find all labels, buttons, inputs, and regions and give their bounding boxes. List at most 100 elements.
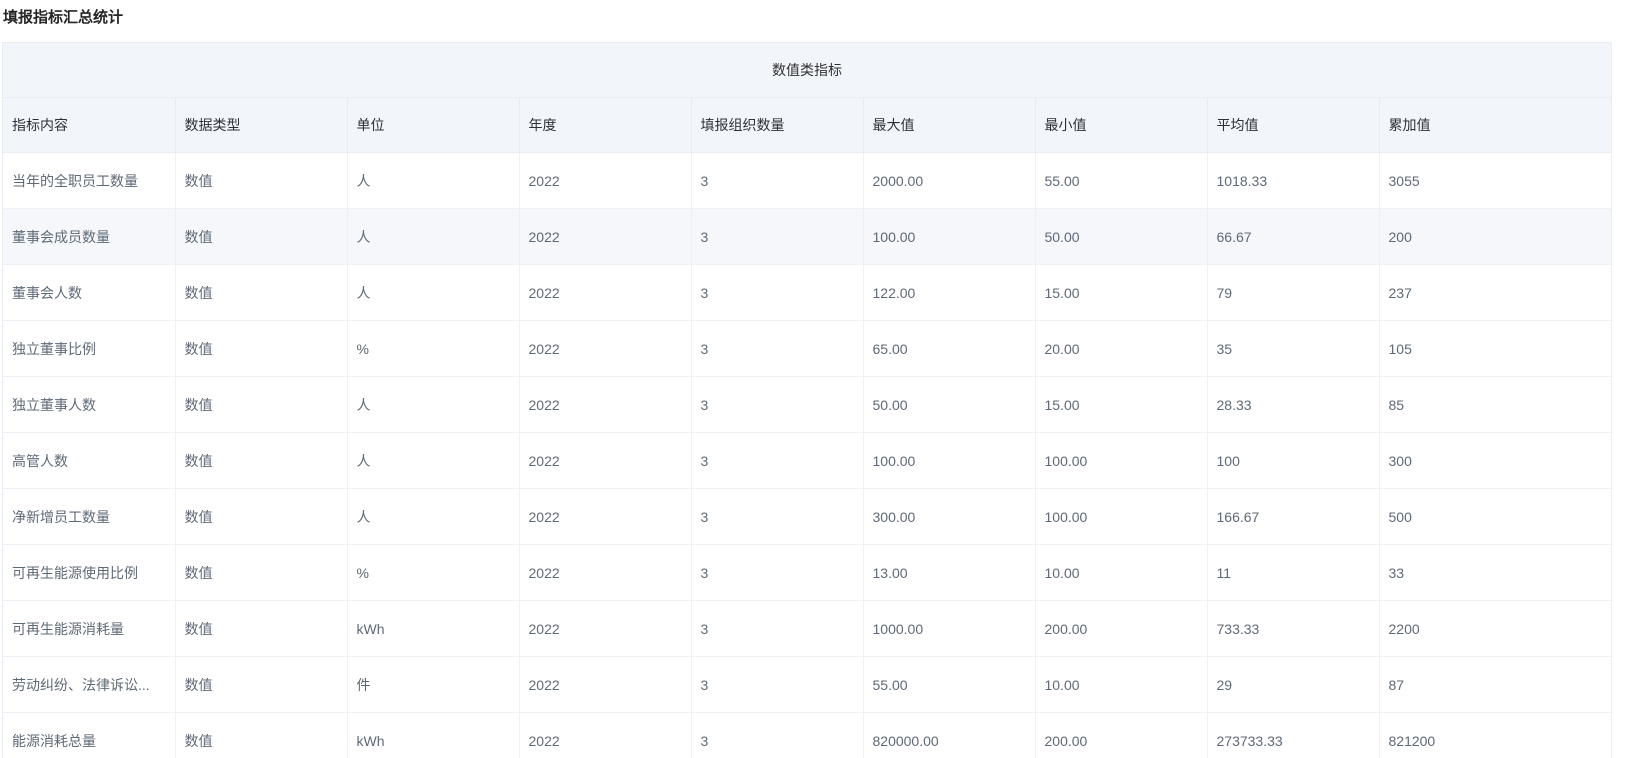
cell: 数值 <box>175 713 347 758</box>
table-column-header-row: 指标内容数据类型单位年度填报组织数量最大值最小值平均值累加值 <box>3 98 1611 153</box>
cell: 1018.33 <box>1207 153 1379 209</box>
cell: 3 <box>691 265 863 321</box>
cell: 数值 <box>175 265 347 321</box>
cell: 人 <box>347 433 519 489</box>
table-row[interactable]: 能源消耗总量数值kWh20223820000.00200.00273733.33… <box>3 713 1611 758</box>
cell: 820000.00 <box>863 713 1035 758</box>
column-header-8: 累加值 <box>1379 98 1611 153</box>
cell: 当年的全职员工数量 <box>3 153 175 209</box>
cell: 33 <box>1379 545 1611 601</box>
cell: 2022 <box>519 545 691 601</box>
cell: 董事会人数 <box>3 265 175 321</box>
cell: 237 <box>1379 265 1611 321</box>
cell: 数值 <box>175 601 347 657</box>
cell: 20.00 <box>1035 321 1207 377</box>
column-header-7: 平均值 <box>1207 98 1379 153</box>
cell: 100.00 <box>863 433 1035 489</box>
cell: 3055 <box>1379 153 1611 209</box>
cell: kWh <box>347 601 519 657</box>
cell: 3 <box>691 209 863 265</box>
cell: 1000.00 <box>863 601 1035 657</box>
cell: 数值 <box>175 377 347 433</box>
cell: 300 <box>1379 433 1611 489</box>
table-row[interactable]: 董事会人数数值人20223122.0015.0079237 <box>3 265 1611 321</box>
cell: 733.33 <box>1207 601 1379 657</box>
cell: 人 <box>347 153 519 209</box>
cell: 独立董事比例 <box>3 321 175 377</box>
table-row[interactable]: 劳动纠纷、法律诉讼...数值件2022355.0010.002987 <box>3 657 1611 713</box>
cell: 55.00 <box>863 657 1035 713</box>
cell: 105 <box>1379 321 1611 377</box>
column-header-1: 数据类型 <box>175 98 347 153</box>
cell: 2200 <box>1379 601 1611 657</box>
cell: 2022 <box>519 713 691 758</box>
table-row[interactable]: 当年的全职员工数量数值人202232000.0055.001018.333055 <box>3 153 1611 209</box>
cell: 28.33 <box>1207 377 1379 433</box>
cell: 300.00 <box>863 489 1035 545</box>
cell: 2022 <box>519 433 691 489</box>
cell: 100.00 <box>863 209 1035 265</box>
cell: % <box>347 545 519 601</box>
cell: 10.00 <box>1035 545 1207 601</box>
cell: 66.67 <box>1207 209 1379 265</box>
cell: 29 <box>1207 657 1379 713</box>
cell: 数值 <box>175 545 347 601</box>
cell: 10.00 <box>1035 657 1207 713</box>
cell: 人 <box>347 489 519 545</box>
cell: 人 <box>347 377 519 433</box>
table-row[interactable]: 可再生能源使用比例数值%2022313.0010.001133 <box>3 545 1611 601</box>
cell: 100.00 <box>1035 433 1207 489</box>
cell: 3 <box>691 489 863 545</box>
column-header-0: 指标内容 <box>3 98 175 153</box>
table-row[interactable]: 独立董事比例数值%2022365.0020.0035105 <box>3 321 1611 377</box>
numeric-indicators-table: 数值类指标 指标内容数据类型单位年度填报组织数量最大值最小值平均值累加值 当年的… <box>3 43 1611 758</box>
cell: 2022 <box>519 377 691 433</box>
table-row[interactable]: 董事会成员数量数值人20223100.0050.0066.67200 <box>3 209 1611 265</box>
column-header-5: 最大值 <box>863 98 1035 153</box>
table-row[interactable]: 可再生能源消耗量数值kWh202231000.00200.00733.33220… <box>3 601 1611 657</box>
summary-table: 数值类指标 指标内容数据类型单位年度填报组织数量最大值最小值平均值累加值 当年的… <box>2 42 1612 758</box>
cell: 200.00 <box>1035 713 1207 758</box>
cell: 董事会成员数量 <box>3 209 175 265</box>
cell: 65.00 <box>863 321 1035 377</box>
cell: 273733.33 <box>1207 713 1379 758</box>
cell: kWh <box>347 713 519 758</box>
cell: 35 <box>1207 321 1379 377</box>
cell: 数值 <box>175 153 347 209</box>
column-header-6: 最小值 <box>1035 98 1207 153</box>
cell: 可再生能源消耗量 <box>3 601 175 657</box>
cell: 2022 <box>519 265 691 321</box>
cell: 数值 <box>175 209 347 265</box>
column-header-2: 单位 <box>347 98 519 153</box>
cell: 2022 <box>519 657 691 713</box>
cell: 55.00 <box>1035 153 1207 209</box>
cell: 50.00 <box>1035 209 1207 265</box>
cell: 3 <box>691 153 863 209</box>
cell: 净新增员工数量 <box>3 489 175 545</box>
cell: 15.00 <box>1035 265 1207 321</box>
table-row[interactable]: 净新增员工数量数值人20223300.00100.00166.67500 <box>3 489 1611 545</box>
cell: 数值 <box>175 657 347 713</box>
cell: 122.00 <box>863 265 1035 321</box>
cell: 500 <box>1379 489 1611 545</box>
cell: 数值 <box>175 433 347 489</box>
cell: 15.00 <box>1035 377 1207 433</box>
cell: 人 <box>347 209 519 265</box>
cell: 821200 <box>1379 713 1611 758</box>
cell: 3 <box>691 713 863 758</box>
cell: 87 <box>1379 657 1611 713</box>
cell: 数值 <box>175 321 347 377</box>
cell: 166.67 <box>1207 489 1379 545</box>
cell: 3 <box>691 377 863 433</box>
cell: 100 <box>1207 433 1379 489</box>
cell: 13.00 <box>863 545 1035 601</box>
cell: 可再生能源使用比例 <box>3 545 175 601</box>
cell: % <box>347 321 519 377</box>
table-row[interactable]: 高管人数数值人20223100.00100.00100300 <box>3 433 1611 489</box>
table-row[interactable]: 独立董事人数数值人2022350.0015.0028.3385 <box>3 377 1611 433</box>
column-header-4: 填报组织数量 <box>691 98 863 153</box>
cell: 2000.00 <box>863 153 1035 209</box>
cell: 2022 <box>519 209 691 265</box>
column-header-3: 年度 <box>519 98 691 153</box>
cell: 2022 <box>519 321 691 377</box>
